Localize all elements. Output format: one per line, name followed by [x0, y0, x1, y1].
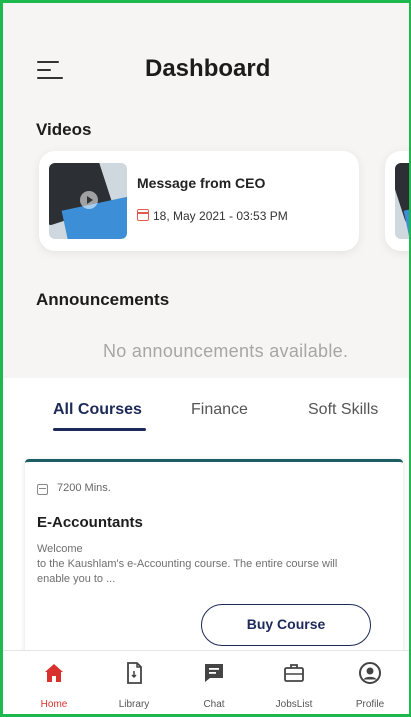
library-icon: [127, 662, 142, 684]
video-date: 18, May 2021 - 03:53 PM: [153, 209, 288, 223]
active-tab-indicator: [53, 428, 146, 431]
tab-soft-skills[interactable]: Soft Skills: [308, 401, 378, 419]
chat-icon: [205, 664, 223, 682]
calendar-icon: [137, 209, 149, 221]
tab-finance[interactable]: Finance: [191, 401, 248, 419]
videos-section-label: Videos: [36, 120, 92, 139]
course-description: Welcome to the Kaushlam's e-Accounting c…: [37, 542, 367, 587]
course-description-line1: Welcome: [37, 543, 83, 555]
course-duration: 7200 Mins.: [57, 482, 111, 494]
course-description-line2: to the Kaushlam's e-Accounting course. T…: [37, 558, 338, 585]
nav-jobslist-label: JobsList: [275, 699, 313, 710]
nav-jobslist[interactable]: JobsList: [259, 657, 329, 710]
tab-all-courses[interactable]: All Courses: [53, 401, 142, 419]
nav-home[interactable]: Home: [19, 657, 89, 710]
video-thumbnail: [49, 163, 127, 239]
briefcase-icon: [284, 664, 304, 682]
nav-chat-label: Chat: [203, 699, 225, 710]
video-thumbnail: [395, 163, 409, 239]
nav-profile[interactable]: Profile: [335, 657, 405, 710]
course-name: E-Accountants: [37, 514, 143, 531]
profile-icon: [359, 662, 381, 684]
menu-icon[interactable]: [37, 58, 67, 84]
page-title: Dashboard: [145, 55, 271, 82]
course-tabs: All Courses Finance Soft Skills: [3, 388, 409, 438]
course-card[interactable]: 7200 Mins. E-Accountants Welcome to the …: [25, 459, 403, 662]
announcements-empty-text: No announcements available.: [103, 341, 349, 361]
nav-library-label: Library: [118, 699, 150, 710]
dashboard-header-area: Dashboard Videos Message from CEO 18, Ma…: [3, 3, 409, 378]
buy-course-button[interactable]: Buy Course: [201, 604, 371, 646]
play-icon: [80, 191, 98, 209]
bottom-navigation: Home Library Chat JobsList Profile: [3, 650, 409, 714]
announcements-section-label: Announcements: [36, 290, 170, 309]
video-title: Message from CEO: [137, 175, 266, 191]
nav-chat[interactable]: Chat: [179, 657, 249, 710]
nav-library[interactable]: Library: [99, 657, 169, 710]
nav-profile-label: Profile: [355, 699, 385, 710]
home-icon: [45, 664, 63, 682]
nav-home-label: Home: [40, 699, 68, 710]
video-card[interactable]: Message from CEO 18, May 2021 - 03:53 PM: [39, 151, 359, 251]
video-card-next[interactable]: [385, 151, 409, 251]
app-screen: Dashboard Videos Message from CEO 18, Ma…: [0, 0, 411, 717]
duration-icon: [37, 484, 48, 495]
